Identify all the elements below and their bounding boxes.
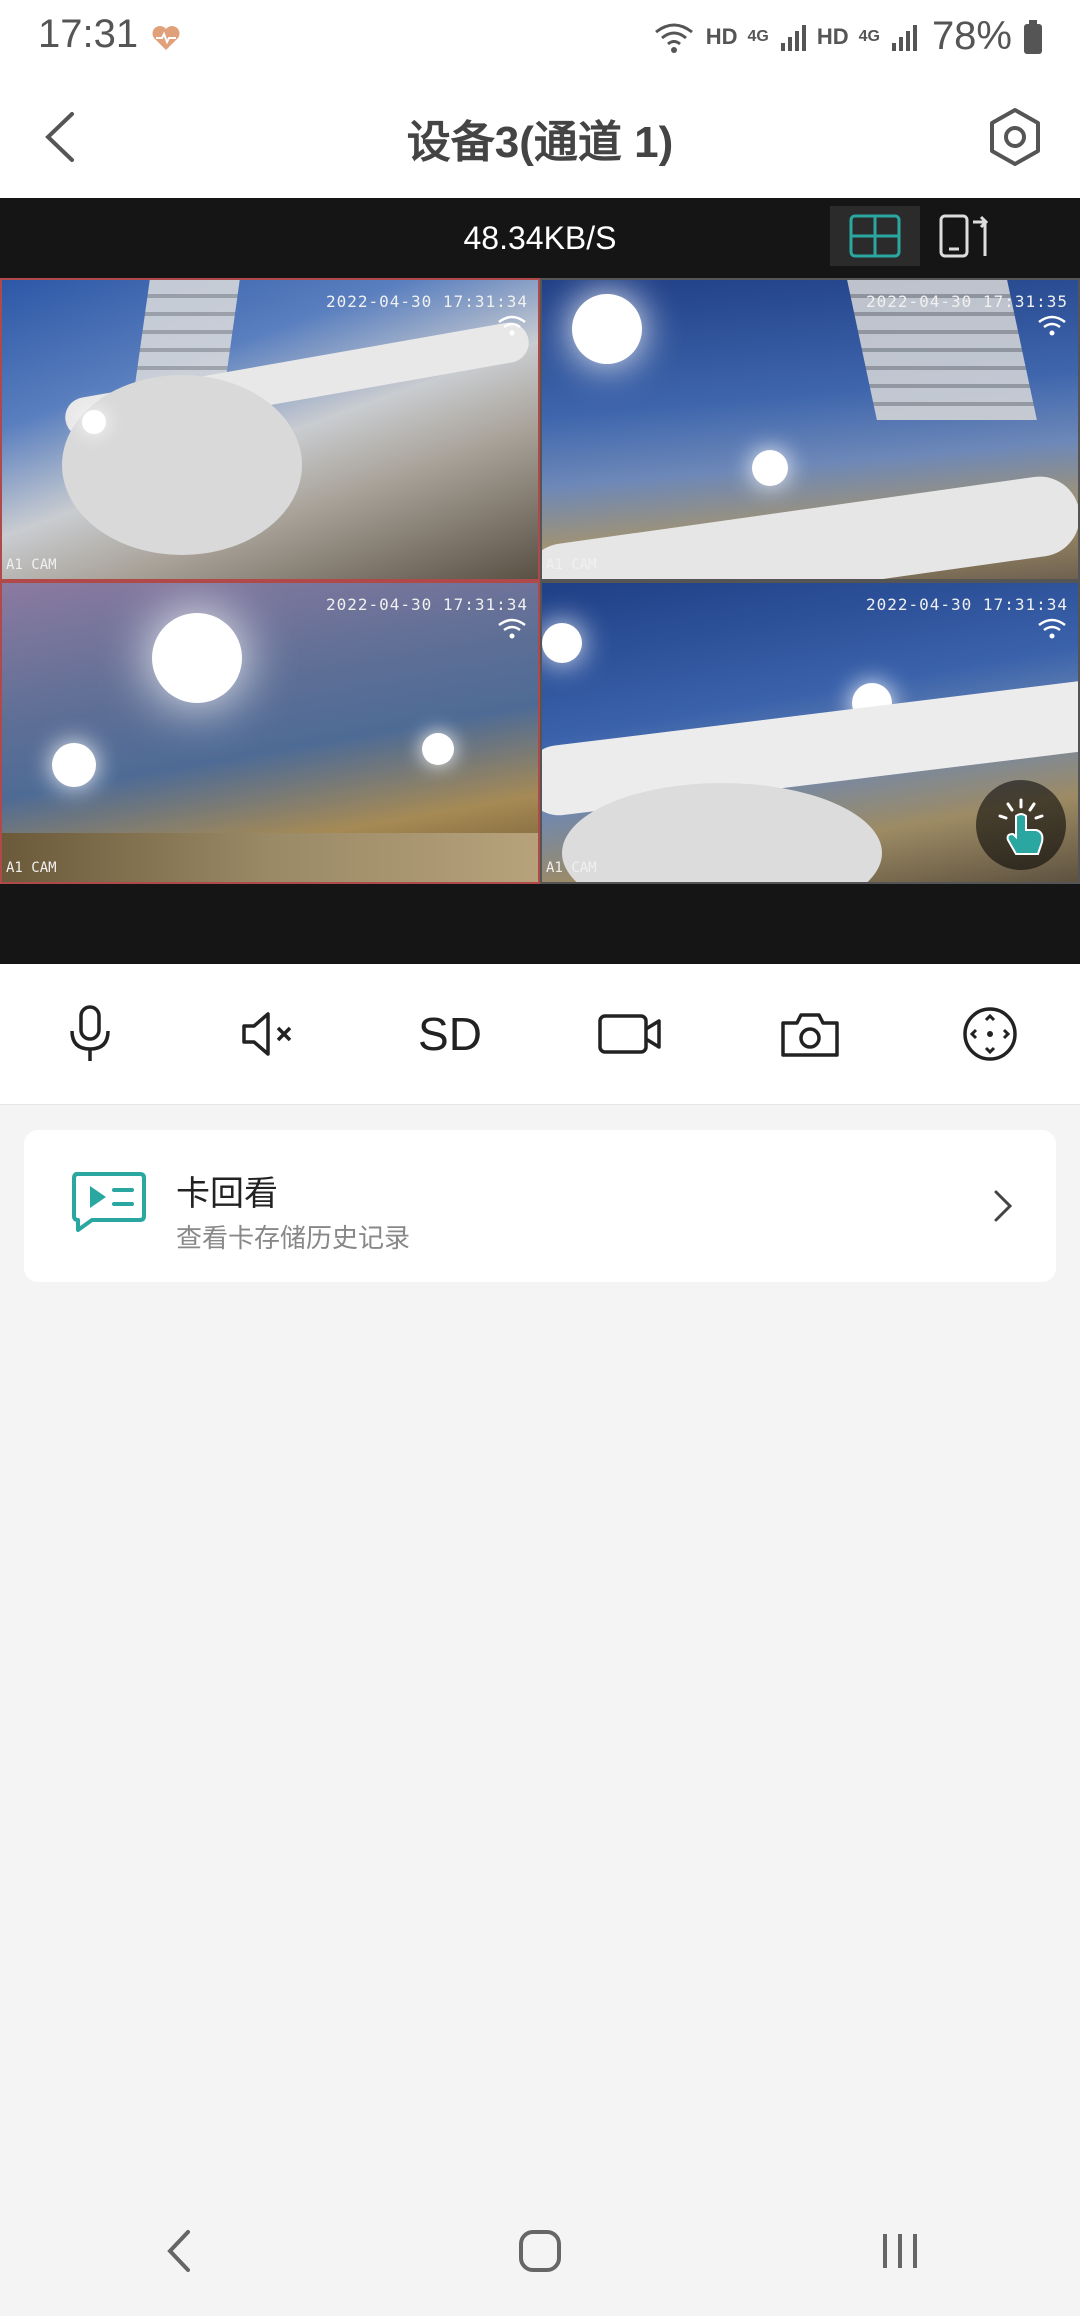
- sd-playback-card[interactable]: 卡回看 查看卡存储历史记录: [24, 1130, 1056, 1282]
- mute-icon: [242, 1012, 292, 1056]
- wifi-icon: [1038, 618, 1066, 639]
- settings-icon: [990, 108, 1040, 166]
- network-type-2: 4G: [858, 27, 880, 45]
- battery-percent: 78%: [931, 14, 1012, 58]
- rotate-screen-icon: [939, 214, 989, 258]
- microphone-button[interactable]: [0, 964, 180, 1104]
- touch-ptz-button[interactable]: [976, 780, 1066, 870]
- chevron-right-icon: [994, 1190, 1013, 1222]
- battery-icon: [1024, 19, 1042, 54]
- ptz-button[interactable]: [900, 964, 1080, 1104]
- network-type-1: 4G: [747, 27, 769, 45]
- video-record-icon: [598, 1014, 661, 1054]
- camera-tile[interactable]: 2022-04-30 17:31:34 A1 CAM: [0, 581, 540, 884]
- mute-button[interactable]: [180, 964, 360, 1104]
- nav-recents-button[interactable]: [840, 2206, 960, 2296]
- rotate-view-button[interactable]: [920, 206, 1010, 266]
- system-nav-bar: [0, 2186, 1080, 2316]
- playback-icon: [72, 1172, 146, 1232]
- tile-camera-label: A1 CAM: [6, 860, 57, 876]
- settings-button[interactable]: [980, 102, 1050, 172]
- camera-icon: [781, 1013, 839, 1057]
- snapshot-button[interactable]: [720, 964, 900, 1104]
- video-area: 48.34KB/S 2022-04-30 17:31:34 A1 CAM 202…: [0, 198, 1080, 964]
- status-indicators: HD 4G HD 4G 78%: [652, 14, 1044, 59]
- camera-tile[interactable]: 2022-04-30 17:31:34 A1 CAM: [540, 581, 1080, 884]
- signal-icon: [780, 24, 806, 51]
- hd-badge-2: HD: [816, 23, 849, 49]
- heart-pulse-icon: [152, 26, 180, 50]
- tile-timestamp: 2022-04-30 17:31:34: [325, 292, 528, 311]
- camera-tile[interactable]: 2022-04-30 17:31:34 A1 CAM: [0, 278, 540, 581]
- control-bar: SD: [0, 964, 1080, 1105]
- home-icon: [519, 2230, 561, 2272]
- recents-icon: [883, 2234, 917, 2268]
- wifi-icon: [1038, 315, 1066, 336]
- tile-timestamp: 2022-04-30 17:31:34: [865, 595, 1068, 614]
- microphone-icon: [70, 1005, 110, 1061]
- tile-camera-label: A1 CAM: [6, 557, 57, 573]
- grid-icon: [849, 214, 901, 258]
- card-subtitle: 查看卡存储历史记录: [176, 1223, 411, 1253]
- wifi-icon: [498, 315, 526, 336]
- tile-timestamp: 2022-04-30 17:31:34: [325, 595, 528, 614]
- tile-timestamp: 2022-04-30 17:31:35: [865, 292, 1068, 311]
- camera-grid: 2022-04-30 17:31:34 A1 CAM 2022-04-30 17…: [0, 278, 1080, 884]
- signal-icon: [891, 24, 917, 51]
- tile-camera-label: A1 CAM: [546, 860, 597, 876]
- status-bar: 17:31 HD 4G HD 4G 78%: [0, 0, 1080, 80]
- status-time: 17:31: [38, 12, 139, 56]
- touch-gesture-icon: [998, 798, 1044, 855]
- ptz-icon: [963, 1007, 1017, 1061]
- view-toggle: [830, 206, 1010, 266]
- nav-back-button[interactable]: [120, 2206, 240, 2296]
- quality-label: SD: [418, 1008, 482, 1060]
- back-icon: [167, 2230, 190, 2272]
- page-title: 设备3(通道 1): [406, 118, 674, 167]
- camera-tile[interactable]: 2022-04-30 17:31:35 A1 CAM: [540, 278, 1080, 581]
- nav-home-button[interactable]: [480, 2206, 600, 2296]
- card-title: 卡回看: [176, 1175, 278, 1213]
- record-button[interactable]: [540, 964, 720, 1104]
- app-header: 设备3(通道 1): [0, 80, 1080, 198]
- quad-view-button[interactable]: [830, 206, 920, 266]
- wifi-icon: [498, 618, 526, 639]
- wifi-icon: [654, 23, 693, 53]
- quality-sd-button[interactable]: SD: [360, 964, 540, 1104]
- tile-camera-label: A1 CAM: [546, 557, 597, 573]
- hd-badge-1: HD: [705, 23, 738, 49]
